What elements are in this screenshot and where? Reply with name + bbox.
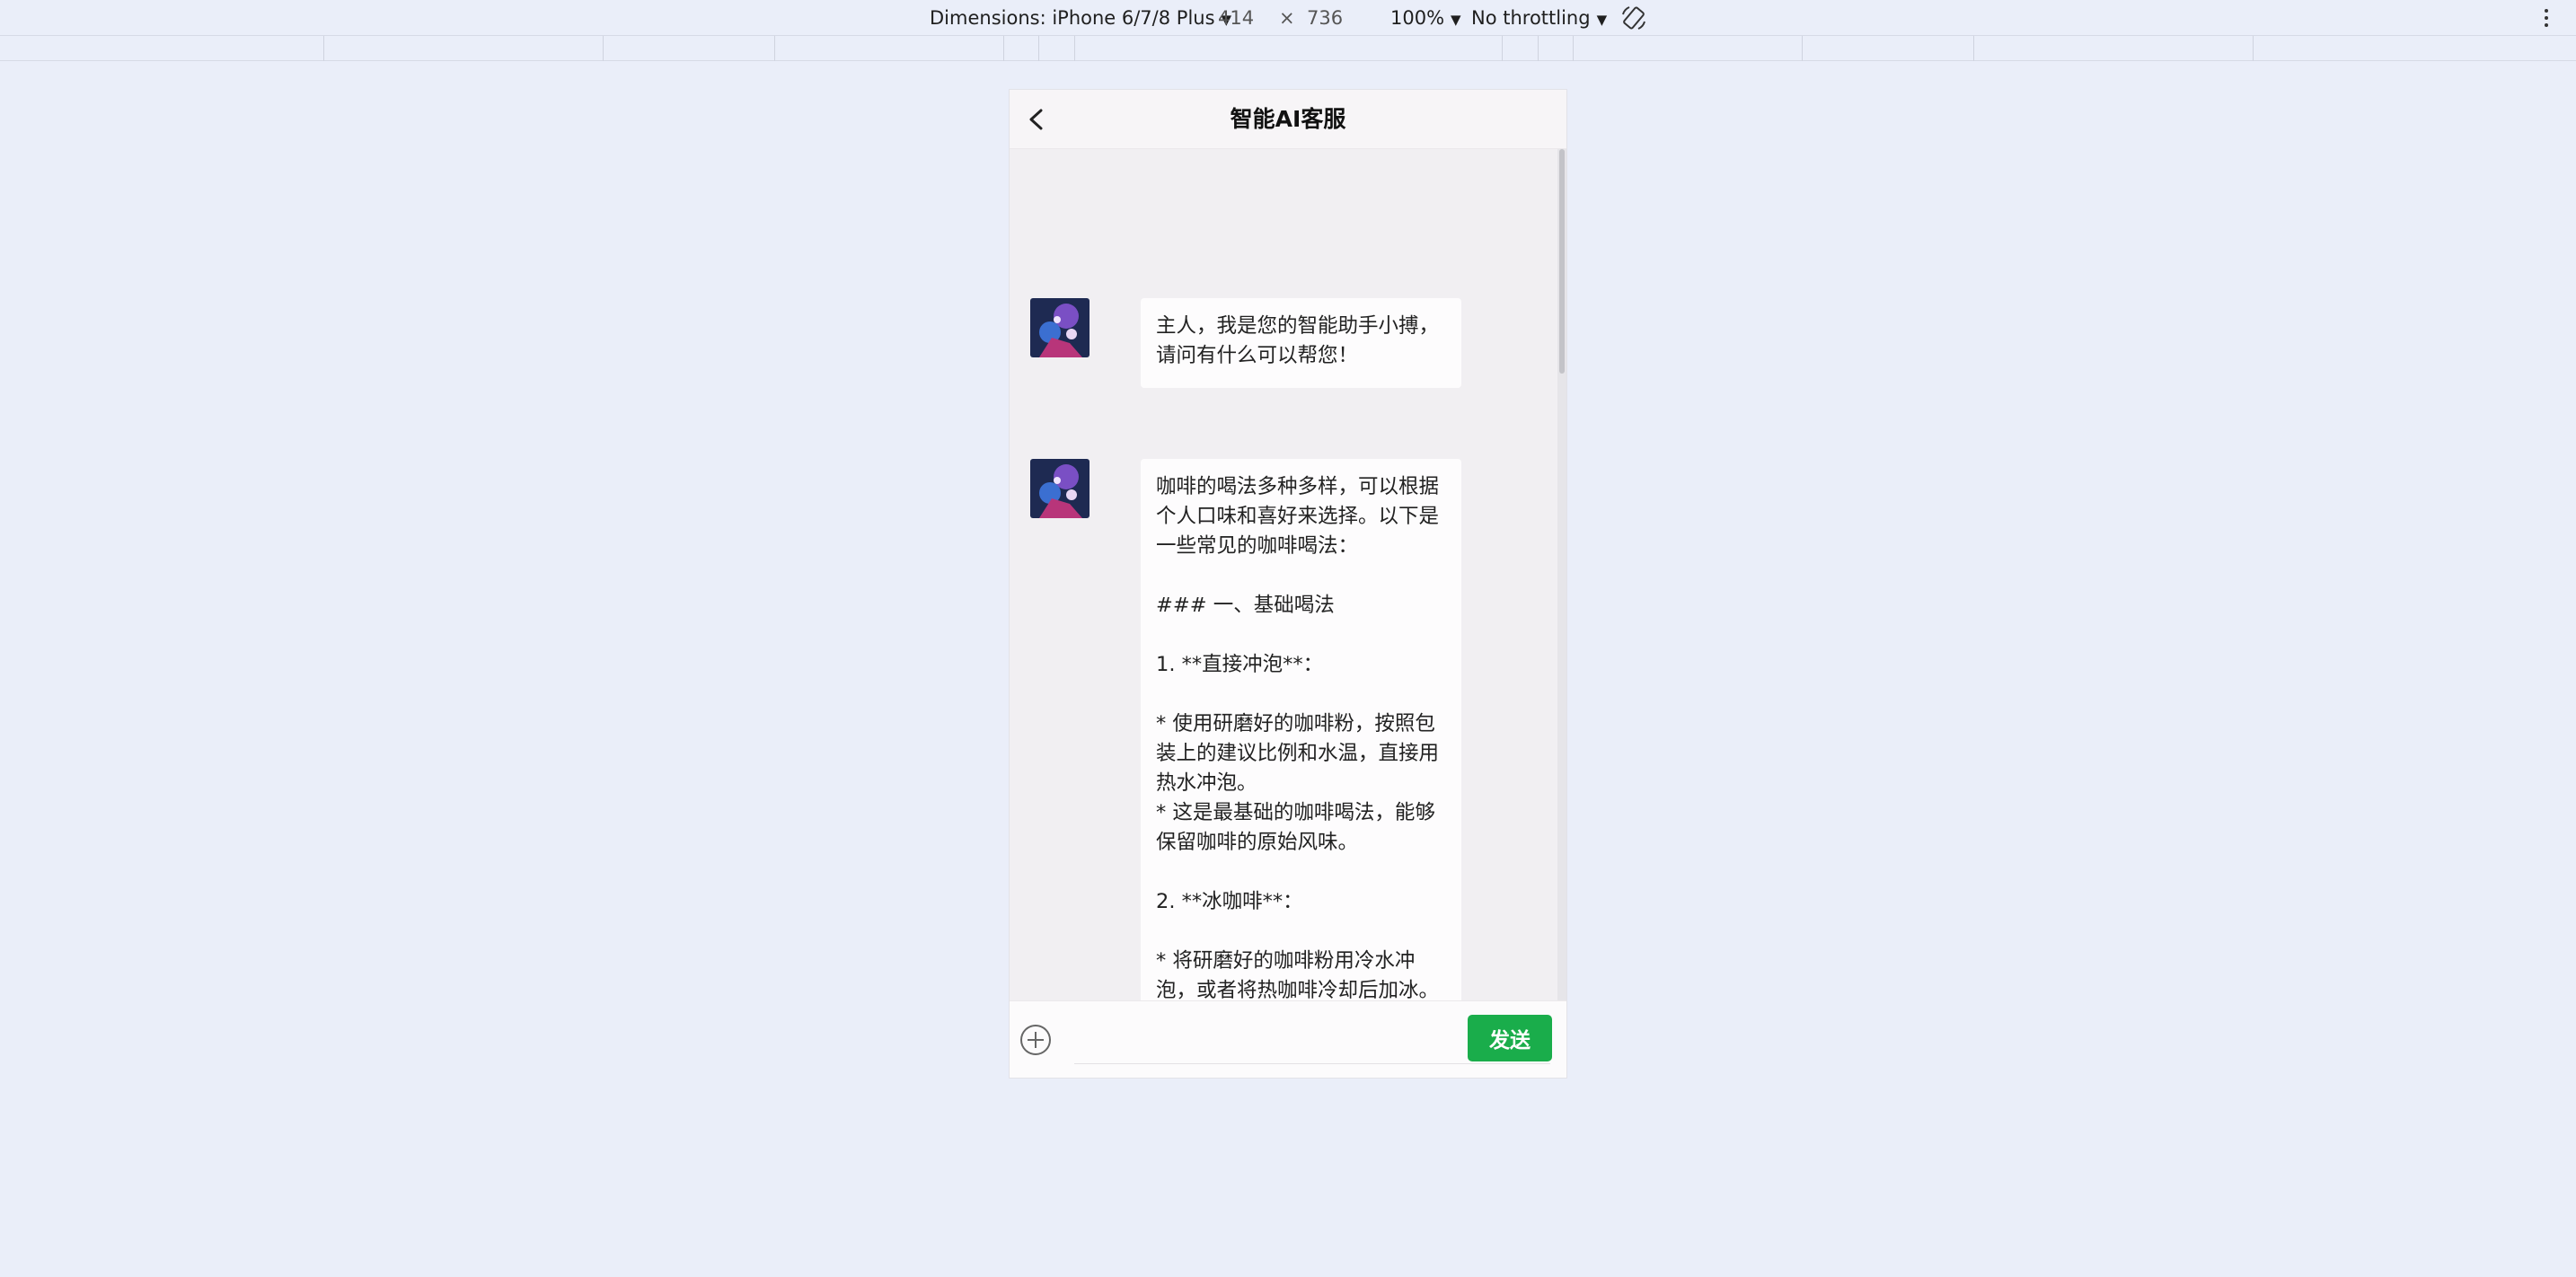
ruler-tick[interactable]: [1802, 36, 1803, 61]
ruler-tick[interactable]: [1573, 36, 1574, 61]
avatar: [1030, 298, 1090, 357]
page-title: 智能AI客服: [1230, 106, 1346, 132]
devtools-device-toolbar: Dimensions: iPhone 6/7/8 Plus ▼ 414 × 736…: [0, 0, 2576, 36]
send-button[interactable]: 发送: [1468, 1015, 1552, 1061]
viewport-width-input[interactable]: 414: [1218, 0, 1254, 36]
phone-viewport: 智能AI客服 主人，我是您的智能助手小搏，请问有什么可以帮您！ 咖啡的喝法多种多…: [1010, 90, 1566, 1078]
scrollbar-thumb[interactable]: [1559, 149, 1565, 374]
message-input-bar: 发送: [1010, 1000, 1566, 1078]
chat-message-list[interactable]: 主人，我是您的智能助手小搏，请问有什么可以帮您！ 咖啡的喝法多种多样，可以根据个…: [1010, 149, 1566, 1078]
ruler-tick[interactable]: [323, 36, 324, 61]
device-dimensions-label: Dimensions: iPhone 6/7/8 Plus: [930, 7, 1215, 29]
ruler-tick[interactable]: [1973, 36, 1974, 61]
ruler-tick[interactable]: [1538, 36, 1539, 61]
more-vertical-icon[interactable]: [2540, 0, 2553, 36]
message-bubble: 主人，我是您的智能助手小搏，请问有什么可以帮您！: [1141, 298, 1461, 388]
scrollbar[interactable]: [1557, 149, 1566, 1078]
ruler-tick[interactable]: [1038, 36, 1039, 61]
ruler-tick[interactable]: [603, 36, 604, 61]
device-dimensions-dropdown[interactable]: Dimensions: iPhone 6/7/8 Plus ▼: [930, 0, 1231, 36]
caret-down-icon: ▼: [1596, 12, 1608, 28]
throttling-dropdown[interactable]: No throttling ▼: [1471, 0, 1607, 36]
media-query-ruler: [0, 36, 2576, 61]
ruler-tick[interactable]: [1502, 36, 1503, 61]
viewport-height-input[interactable]: 736: [1307, 0, 1343, 36]
dimension-separator: ×: [1279, 7, 1295, 29]
ruler-tick[interactable]: [2253, 36, 2254, 61]
nav-header: 智能AI客服: [1010, 90, 1566, 149]
zoom-label: 100%: [1390, 7, 1445, 29]
zoom-dropdown[interactable]: 100% ▼: [1390, 0, 1461, 36]
message-bubble: 咖啡的喝法多种多样，可以根据个人口味和喜好来选择。以下是一些常见的咖啡喝法： #…: [1141, 459, 1461, 1078]
caret-down-icon: ▼: [1451, 12, 1461, 28]
ruler-tick[interactable]: [774, 36, 775, 61]
ruler-tick[interactable]: [1074, 36, 1075, 61]
ruler-tick[interactable]: [1003, 36, 1004, 61]
rotate-icon[interactable]: [1619, 4, 1648, 32]
avatar: [1030, 459, 1090, 518]
throttling-label: No throttling: [1471, 7, 1591, 29]
plus-circle-icon[interactable]: [1019, 1023, 1053, 1057]
